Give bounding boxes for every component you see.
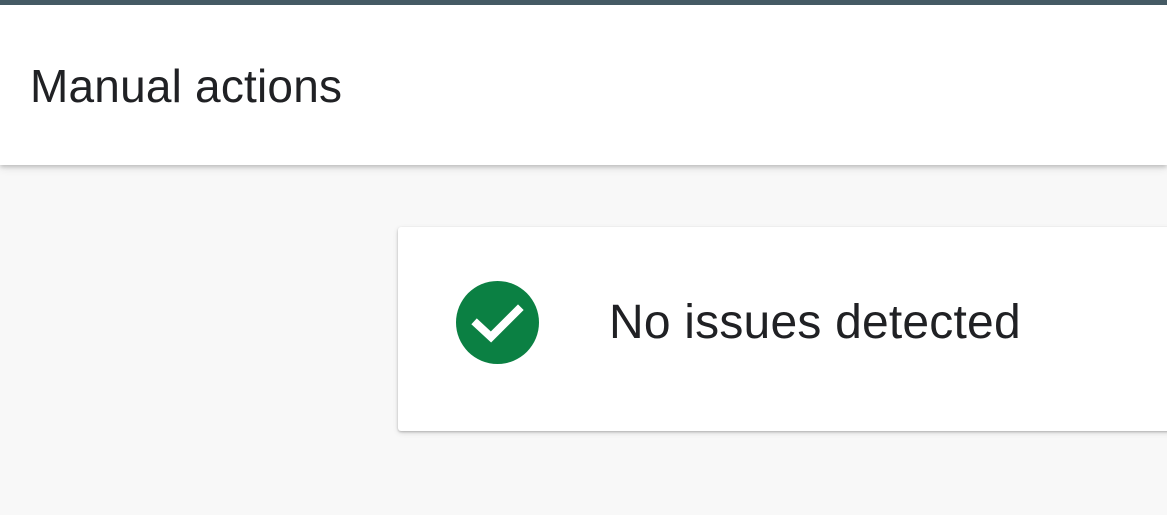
page-header: Manual actions: [0, 5, 1167, 165]
check-circle-icon: [456, 281, 539, 364]
status-card: No issues detected: [398, 227, 1167, 431]
status-message: No issues detected: [609, 296, 1021, 349]
top-strip: [0, 0, 1167, 5]
page-title: Manual actions: [30, 60, 343, 112]
